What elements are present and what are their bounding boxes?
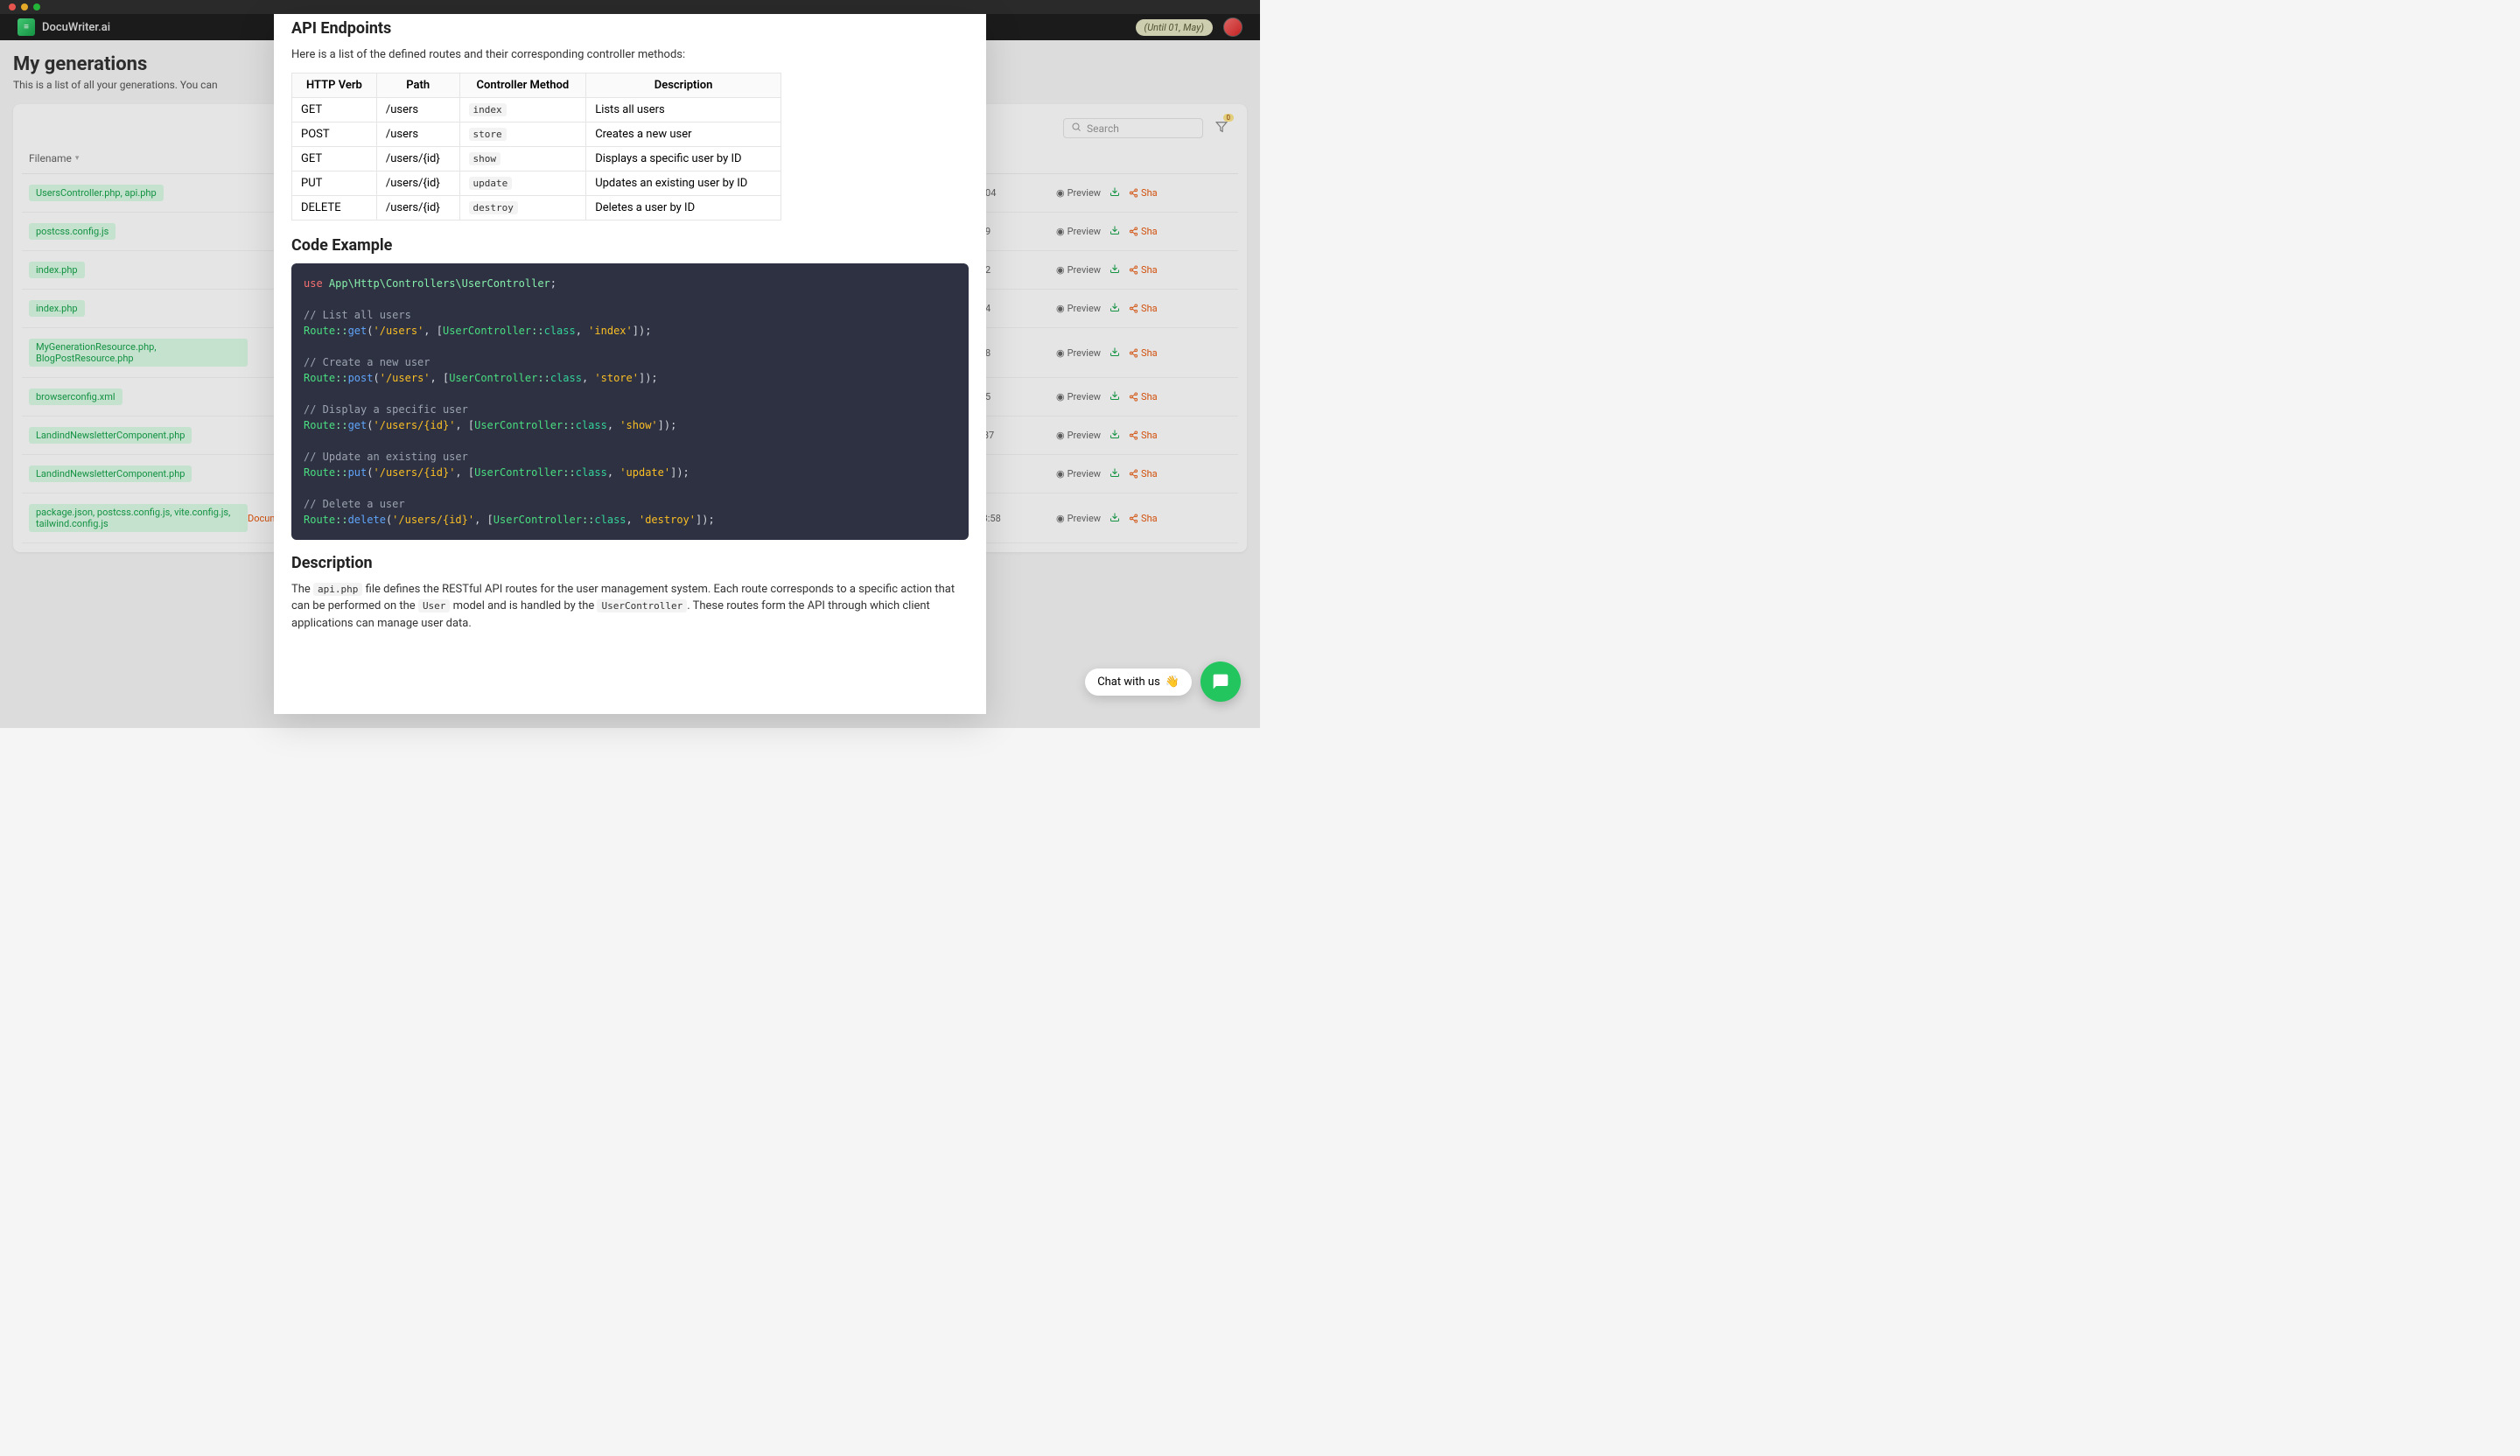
table-header-cell: HTTP Verb bbox=[292, 73, 377, 97]
table-header-cell: Description bbox=[586, 73, 781, 97]
section-endpoints: API Endpoints bbox=[291, 19, 969, 38]
modal-overlay[interactable]: API Endpoints Here is a list of the defi… bbox=[0, 0, 1260, 728]
chat-button[interactable] bbox=[1200, 662, 1241, 702]
endpoint-row: GET/users/{id}showDisplays a specific us… bbox=[292, 146, 781, 171]
table-header-cell: Controller Method bbox=[459, 73, 586, 97]
endpoint-row: PUT/users/{id}updateUpdates an existing … bbox=[292, 171, 781, 195]
section-description: Description bbox=[291, 554, 969, 572]
endpoints-intro: Here is a list of the defined routes and… bbox=[291, 46, 969, 64]
endpoint-row: GET/usersindexLists all users bbox=[292, 97, 781, 122]
documentation-modal: API Endpoints Here is a list of the defi… bbox=[274, 14, 986, 714]
wave-icon: 👋 bbox=[1166, 676, 1180, 689]
endpoint-row: DELETE/users/{id}destroyDeletes a user b… bbox=[292, 195, 781, 220]
code-example[interactable]: use App\Http\Controllers\UserController;… bbox=[291, 263, 969, 540]
description-text: The api.php file defines the RESTful API… bbox=[291, 581, 969, 633]
chat-widget: Chat with us 👋 bbox=[1085, 662, 1241, 702]
endpoint-row: POST/usersstoreCreates a new user bbox=[292, 122, 781, 146]
chat-label[interactable]: Chat with us 👋 bbox=[1085, 668, 1192, 696]
endpoints-table: HTTP VerbPathController MethodDescriptio… bbox=[291, 73, 781, 220]
section-code: Code Example bbox=[291, 236, 969, 255]
table-header-cell: Path bbox=[376, 73, 459, 97]
